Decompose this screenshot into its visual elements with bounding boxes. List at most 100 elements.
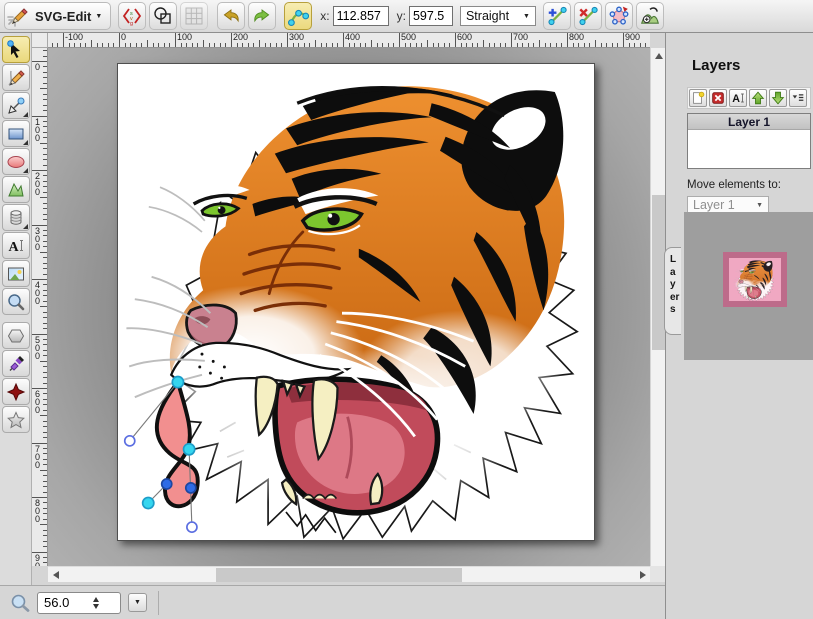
- flyout-indicator: [23, 224, 28, 229]
- segment-type-value: Straight: [466, 9, 509, 23]
- ruler-tick: [617, 43, 618, 47]
- zoom-stepper[interactable]: [93, 597, 99, 609]
- delete-node-button[interactable]: [574, 2, 602, 30]
- ruler-tick: [43, 541, 47, 542]
- tool-star5[interactable]: [2, 406, 30, 433]
- svg-text:A: A: [732, 93, 740, 105]
- ruler-tick: [40, 361, 47, 362]
- main-menu-button[interactable]: SVG-Edit ▼: [4, 2, 111, 30]
- tool-select[interactable]: [2, 36, 30, 63]
- ruler-tick: [141, 43, 142, 47]
- tool-image[interactable]: [2, 260, 30, 287]
- horizontal-scrollbar[interactable]: [48, 566, 650, 582]
- rename-layer-button[interactable]: A: [729, 89, 747, 107]
- x-input[interactable]: [333, 6, 389, 26]
- vertical-scrollbar[interactable]: [650, 48, 665, 582]
- scroll-right-button[interactable]: [635, 567, 650, 582]
- ruler-tick: [43, 301, 47, 302]
- tool-polygon[interactable]: [2, 322, 30, 349]
- y-input[interactable]: [409, 6, 453, 26]
- ruler-tick: [43, 159, 47, 160]
- ruler-tick: [640, 43, 641, 47]
- layers-panel-title: Layers: [692, 57, 813, 74]
- layer-menu-button[interactable]: [789, 89, 807, 107]
- ruler-tick: [43, 268, 47, 269]
- scroll-left-button[interactable]: [48, 567, 63, 582]
- flyout-indicator: [23, 140, 28, 145]
- add-node-button[interactable]: [543, 2, 571, 30]
- tool-rectangle[interactable]: [2, 120, 30, 147]
- path-node: [172, 376, 183, 387]
- ruler-tick: [43, 94, 47, 95]
- layer-list: Layer 1: [687, 113, 811, 169]
- ruler-tick: [489, 43, 490, 47]
- horizontal-scroll-thumb[interactable]: [216, 568, 462, 582]
- source-code-button[interactable]: s v g: [118, 2, 146, 30]
- ruler-tick: [192, 43, 193, 47]
- ruler-tick: [43, 399, 47, 400]
- new-layer-button[interactable]: [689, 89, 707, 107]
- ruler-tick: [578, 43, 579, 47]
- ruler-tick: [186, 43, 187, 47]
- ruler-tick: [43, 274, 47, 275]
- tool-pencil[interactable]: [2, 64, 30, 91]
- path-node: [186, 483, 196, 493]
- path-node: [184, 444, 195, 455]
- ruler-tick: [43, 83, 47, 84]
- ruler-tick: [595, 40, 596, 47]
- x-label: x:: [320, 9, 329, 23]
- scroll-up-button[interactable]: [651, 48, 666, 63]
- zoom-preset-dropdown[interactable]: ▼: [128, 593, 147, 612]
- tool-text[interactable]: A: [2, 232, 30, 259]
- ruler-tick: [321, 43, 322, 47]
- svg-canvas[interactable]: [117, 63, 595, 541]
- move-layer-up-button[interactable]: [749, 89, 767, 107]
- ruler-label: 900: [35, 554, 43, 567]
- ruler-tick: [43, 508, 47, 509]
- undo-button[interactable]: [217, 2, 245, 30]
- ruler-label: 600: [35, 390, 43, 414]
- segment-type-select[interactable]: Straight ▼: [460, 6, 536, 26]
- redo-button[interactable]: [248, 2, 276, 30]
- hexagon-icon: [6, 326, 26, 346]
- canvas-workspace[interactable]: [48, 48, 650, 566]
- layer-thumbnail[interactable]: [723, 252, 787, 307]
- tool-pen-line[interactable]: [2, 92, 30, 119]
- tool-star4[interactable]: [2, 378, 30, 405]
- ruler-label: 100: [177, 33, 192, 42]
- ruler-tick: [43, 372, 47, 373]
- grid-button[interactable]: [180, 2, 208, 30]
- make-polygon-button[interactable]: [605, 2, 633, 30]
- tool-path[interactable]: [2, 176, 30, 203]
- ruler-label: 0: [35, 63, 43, 71]
- ruler-tick: [43, 148, 47, 149]
- move-layer-down-button[interactable]: [769, 89, 787, 107]
- tool-shape-library[interactable]: [2, 204, 30, 231]
- chevron-down-icon: ▼: [523, 13, 530, 20]
- chevron-down-icon: ▼: [95, 13, 102, 20]
- delete-layer-button[interactable]: [709, 89, 727, 107]
- ruler-tick: [153, 43, 154, 47]
- import-clipart-button[interactable]: [636, 2, 664, 30]
- layer-row[interactable]: Layer 1: [688, 114, 810, 130]
- triangle-left-icon: [53, 571, 59, 579]
- ruler-tick: [43, 284, 47, 285]
- zoom-input[interactable]: [38, 594, 92, 611]
- node-edit-button[interactable]: [284, 2, 312, 30]
- tool-eyedropper[interactable]: [2, 350, 30, 377]
- ruler-label: 600: [457, 33, 472, 42]
- ruler-tick: [43, 154, 47, 155]
- arrow-up-icon: [750, 89, 766, 107]
- ruler-tick: [40, 470, 47, 471]
- ruler-label: 500: [401, 33, 416, 42]
- tool-zoom[interactable]: [2, 288, 30, 315]
- tool-ellipse[interactable]: [2, 148, 30, 175]
- ruler-label: 500: [35, 336, 43, 360]
- ruler-tick: [645, 43, 646, 47]
- wireframe-button[interactable]: [149, 2, 177, 30]
- ruler-label: 300: [289, 33, 304, 42]
- main-menu-label: SVG-Edit: [35, 9, 91, 24]
- layers-flap-tab[interactable]: Layers: [664, 247, 681, 335]
- ruler-label: 800: [569, 33, 584, 42]
- ruler-tick: [416, 43, 417, 47]
